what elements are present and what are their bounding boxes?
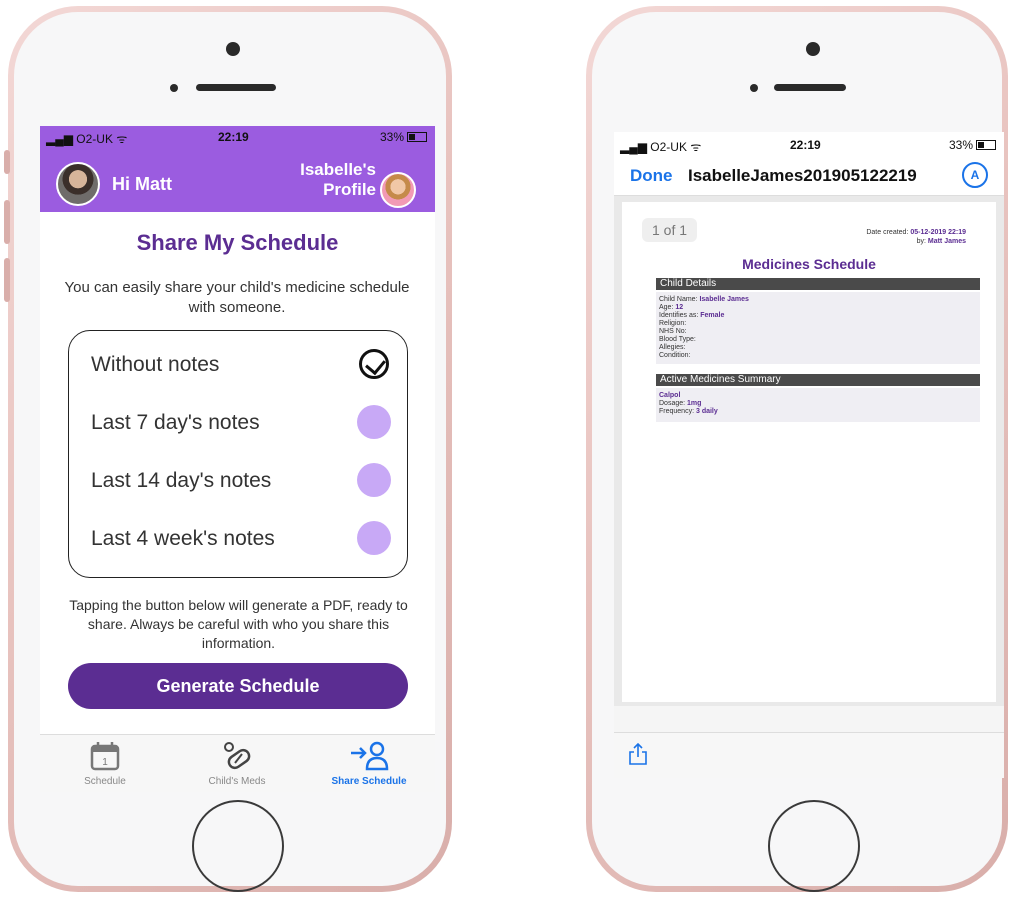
option-last-4-weeks[interactable]: Last 4 week's notes	[91, 519, 391, 559]
checkmark-icon[interactable]	[359, 349, 389, 379]
tab-childs-meds[interactable]: Child's Meds	[172, 741, 302, 787]
detail-row: Child Name: Isabelle James	[659, 296, 749, 303]
tab-schedule[interactable]: 1 Schedule	[40, 741, 170, 787]
carrier-label: ▂▄▆ O2-UK ᯤ	[620, 140, 702, 154]
svg-text:1: 1	[102, 757, 108, 768]
pdf-preview-screen: ▂▄▆ O2-UK ᯤ 22:19 33% Done IsabelleJames…	[614, 132, 1004, 778]
radio-circle-icon[interactable]	[357, 521, 391, 555]
app-header: Hi Matt Isabelle's Profile	[40, 148, 435, 212]
tab-share-schedule[interactable]: Share Schedule	[304, 741, 434, 787]
volume-down-button	[4, 258, 10, 302]
option-label: Without notes	[91, 353, 220, 376]
preview-toolbar	[614, 732, 1004, 778]
carrier-label: ▂▄▆ O2-UK ᯤ	[46, 132, 128, 146]
home-button[interactable]	[192, 800, 284, 892]
greeting: Hi Matt	[112, 174, 172, 194]
option-label: Last 7 day's notes	[91, 411, 260, 434]
markup-pen-icon[interactable]: A	[962, 162, 988, 188]
document-title: IsabelleJames201905122219	[688, 166, 917, 185]
battery-indicator: 33%	[949, 138, 996, 152]
intro-text: You can easily share your child's medici…	[64, 279, 410, 316]
profile-line-2: Profile	[323, 180, 376, 199]
child-avatar[interactable]	[380, 172, 416, 208]
preview-nav-bar: Done IsabelleJames201905122219 A	[614, 156, 1004, 196]
detail-row: Frequency: 3 daily	[659, 408, 718, 415]
medicines-summary-body: Calpol Dosage: 1mg Frequency: 3 daily	[656, 388, 980, 422]
medicines-summary-heading: Active Medicines Summary	[656, 374, 980, 386]
detail-row: Identifies as: Female	[659, 312, 725, 319]
done-button[interactable]: Done	[630, 166, 673, 186]
share-icon[interactable]	[628, 743, 648, 765]
radio-circle-icon[interactable]	[357, 405, 391, 439]
page-counter: 1 of 1	[642, 218, 698, 242]
pill-icon	[224, 742, 251, 770]
option-last-7-days[interactable]: Last 7 day's notes	[91, 403, 391, 443]
detail-row: Dosage: 1mg	[659, 400, 702, 407]
notes-options-card: Without notes Last 7 day's notes Last 14…	[68, 330, 408, 578]
detail-row: Condition:	[659, 352, 691, 359]
proximity-sensor	[750, 84, 758, 92]
generate-schedule-button[interactable]: Generate Schedule	[68, 663, 408, 709]
battery-icon	[976, 140, 996, 150]
detail-row: Allegies:	[659, 344, 686, 351]
front-camera	[226, 42, 240, 56]
battery-indicator: 33%	[380, 130, 427, 144]
pdf-document-heading: Medicines Schedule	[742, 256, 876, 272]
pdf-page: 1 of 1 Date created: 05-12-2019 22:19 by…	[622, 202, 996, 702]
pdf-viewer[interactable]: 1 of 1 Date created: 05-12-2019 22:19 by…	[614, 196, 1004, 706]
detail-row: Age: 12	[659, 304, 684, 311]
child-details-body: Child Name: Isabelle James Age: 12 Ident…	[656, 292, 980, 364]
medicine-name: Calpol	[659, 392, 681, 399]
page-title: Share My Schedule	[136, 230, 339, 255]
bottom-tab-bar: 1 Schedule Child's Meds Share Schedule	[40, 734, 435, 792]
tab-label: Child's Meds	[208, 776, 266, 787]
status-bar: ▂▄▆ O2-UK ᯤ 22:19 33%	[614, 132, 1004, 156]
clock: 22:19	[790, 138, 821, 152]
option-label: Last 4 week's notes	[91, 527, 275, 550]
child-details-heading: Child Details	[656, 278, 980, 290]
proximity-sensor	[170, 84, 178, 92]
calendar-icon: 1	[90, 742, 120, 771]
option-without-notes[interactable]: Without notes	[91, 345, 391, 385]
profile-line-1: Isabelle's	[300, 160, 376, 179]
home-button[interactable]	[768, 800, 860, 892]
earpiece-speaker	[774, 84, 846, 91]
share-person-icon	[351, 741, 389, 771]
parent-avatar[interactable]	[56, 162, 100, 206]
detail-row: NHS No:	[659, 328, 687, 335]
battery-icon	[407, 132, 427, 142]
tab-label: Share Schedule	[331, 776, 407, 787]
clock: 22:19	[218, 130, 249, 144]
detail-row: Religion:	[659, 320, 687, 327]
earpiece-speaker	[196, 84, 276, 91]
date-created: Date created: 05-12-2019 22:19 by: Matt …	[866, 229, 966, 245]
share-schedule-screen: ▂▄▆ O2-UK ᯤ 22:19 33% Hi Matt Isabelle's…	[40, 126, 435, 792]
status-bar: ▂▄▆ O2-UK ᯤ 22:19 33%	[40, 126, 435, 148]
option-last-14-days[interactable]: Last 14 day's notes	[91, 461, 391, 501]
child-profile-link[interactable]: Isabelle's Profile	[288, 160, 376, 200]
privacy-note: Tapping the button below will generate a…	[69, 597, 408, 651]
comparison-stage: ▂▄▆ O2-UK ᯤ 22:19 33% Hi Matt Isabelle's…	[0, 0, 1012, 899]
tab-label: Schedule	[84, 776, 126, 787]
radio-circle-icon[interactable]	[357, 463, 391, 497]
volume-up-button	[4, 200, 10, 244]
mute-switch	[4, 150, 10, 174]
detail-row: Blood Type:	[659, 336, 696, 343]
option-label: Last 14 day's notes	[91, 469, 272, 492]
front-camera	[806, 42, 820, 56]
